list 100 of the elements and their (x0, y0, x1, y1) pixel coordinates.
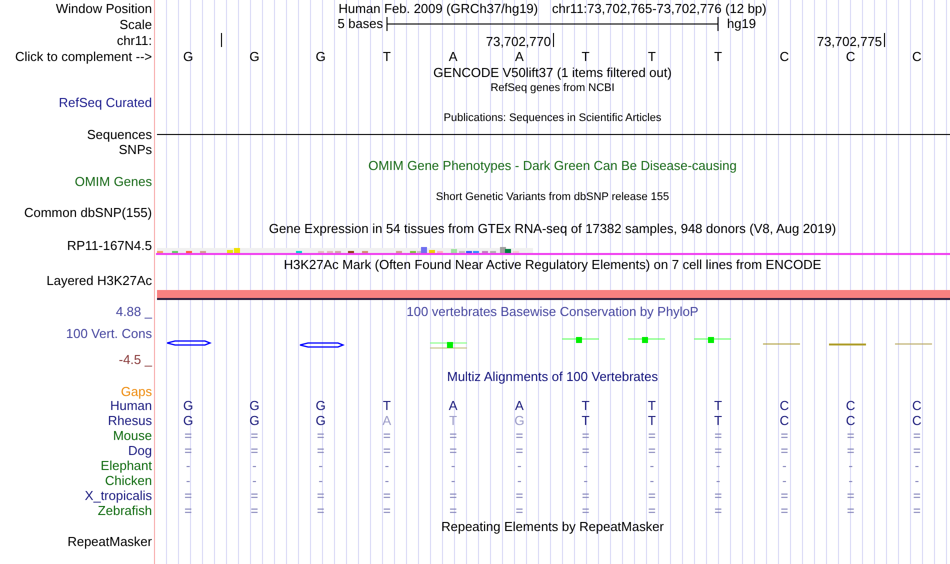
base-letter: T (449, 414, 458, 427)
alignment-mark: = (449, 489, 457, 502)
alignment-mark: - (583, 459, 588, 472)
base-letter: C (780, 399, 790, 412)
base-letter: G (316, 399, 326, 412)
track-label[interactable]: RP11-167N4.5 (66, 239, 152, 252)
alignment-mark: - (318, 474, 323, 487)
alignment-mark: - (650, 459, 654, 472)
track-title: H3K27Ac Mark (Often Found Near Active Regulatory Elements) on 7 cell lines from ENCODE (284, 258, 822, 271)
alignment-mark: - (384, 459, 390, 472)
track-label[interactable]: Elephant (100, 459, 152, 472)
alignment-mark: = (780, 489, 788, 502)
base-letter: T (714, 399, 722, 412)
row-label[interactable]: Click to complement --> (15, 50, 152, 62)
alignment-mark: = (184, 429, 192, 442)
position-tick (221, 33, 222, 47)
alignment-mark: = (383, 504, 391, 517)
alignment-mark: - (848, 459, 853, 472)
track-label[interactable]: 100 Vert. Cons (66, 326, 152, 340)
base-letter: T (648, 414, 656, 427)
base-letter: C (912, 399, 922, 412)
alignment-mark: - (450, 459, 456, 472)
axis-min-label: -4.5 _ (118, 352, 152, 366)
track-title: GENCODE V50lift37 (1 items filtered out) (433, 66, 672, 79)
base-letter[interactable]: C (780, 50, 790, 62)
alignment-mark: - (384, 474, 390, 487)
alignment-mark: - (252, 459, 257, 472)
track-label[interactable]: X_tropicalis (84, 489, 152, 502)
track-title: Multiz Alignments of 100 Vertebrates (446, 370, 658, 383)
track-label[interactable]: Layered H3K27Ac (46, 274, 152, 286)
row-label: chr11: (116, 34, 152, 46)
track-title: Short Genetic Variants from dbSNP release 155 (436, 192, 670, 202)
track-label[interactable]: Mouse (112, 429, 152, 442)
track-title: OMIM Gene Phenotypes - Dark Green Can Be Disease-causing (368, 159, 737, 172)
track-label[interactable]: Zebrafish (98, 504, 152, 517)
base-letter[interactable]: A (448, 50, 458, 62)
track-label[interactable]: Chicken (105, 474, 152, 487)
base-letter[interactable]: C (912, 50, 922, 62)
alignment-mark: = (582, 489, 590, 502)
track-label[interactable]: Common dbSNP(155) (24, 206, 152, 218)
alignment-mark: = (516, 444, 524, 457)
alignment-mark: = (846, 489, 854, 502)
base-letter[interactable]: T (714, 50, 722, 62)
base-letter[interactable]: T (382, 50, 391, 62)
base-letter: T (714, 414, 722, 427)
alignment-mark: = (913, 504, 921, 517)
alignment-mark: = (913, 444, 921, 457)
base-letter[interactable]: T (582, 50, 590, 62)
alignment-mark: = (913, 429, 921, 442)
alignment-mark: = (184, 489, 192, 502)
alignment-mark: = (780, 504, 788, 517)
base-letter[interactable]: A (515, 50, 524, 62)
alignment-mark: = (582, 504, 590, 517)
scale-text: 5 bases (337, 17, 383, 30)
alignment-mark: - (517, 474, 522, 487)
alignment-mark: = (316, 429, 324, 442)
base-letter[interactable]: T (648, 50, 656, 62)
track-title: RefSeq genes from NCBI (490, 82, 615, 94)
track-label[interactable]: RefSeq Curated (58, 96, 152, 109)
alignment-mark: = (383, 489, 391, 502)
base-letter[interactable]: G (249, 50, 260, 62)
alignment-mark: - (583, 474, 588, 487)
track-label[interactable]: RepeatMasker (67, 535, 152, 548)
track-label[interactable]: Rhesus (108, 414, 152, 427)
alignment-mark: - (650, 474, 654, 487)
track-label[interactable]: OMIM Genes (74, 175, 152, 188)
alignment-mark: = (316, 444, 324, 457)
alignment-mark: - (914, 474, 920, 487)
position-label: 73,702,775 (816, 35, 882, 48)
alignment-mark: = (846, 429, 854, 442)
alignment-mark: = (250, 504, 258, 517)
alignment-mark: = (516, 429, 524, 442)
alignment-mark: = (250, 429, 258, 442)
row-label: Window Position (56, 2, 152, 14)
track-label[interactable]: Dog (128, 444, 152, 457)
alignment-mark: = (516, 489, 524, 502)
base-letter: C (846, 414, 856, 427)
base-letter: A (382, 414, 392, 427)
track-label[interactable]: Sequences (86, 128, 152, 140)
alignment-mark: - (914, 459, 920, 472)
base-letter: G (183, 399, 194, 412)
assembly-text: hg19 (727, 17, 756, 30)
base-letter: T (582, 414, 590, 427)
alignment-mark: = (714, 429, 722, 442)
axis-max-label: 4.88 _ (116, 304, 152, 318)
alignment-mark: = (516, 504, 524, 517)
base-letter[interactable]: G (316, 50, 326, 62)
alignment-mark: = (316, 504, 324, 517)
alignment-mark: = (449, 444, 457, 457)
alignment-mark: = (184, 444, 192, 457)
position-tick (884, 33, 885, 47)
alignment-mark: = (648, 429, 656, 442)
base-letter: G (249, 414, 260, 427)
track-title: Gene Expression in 54 tissues from GTEx RNA-seq of 17382 samples, 948 donors (V8, Aug 2019) (268, 222, 836, 235)
track-label[interactable]: SNPs (118, 142, 152, 156)
track-label[interactable]: Human (110, 399, 152, 412)
alignment-mark: = (913, 489, 921, 502)
base-letter[interactable]: G (183, 50, 194, 62)
base-letter[interactable]: C (846, 50, 856, 62)
alignment-mark: = (250, 444, 258, 457)
